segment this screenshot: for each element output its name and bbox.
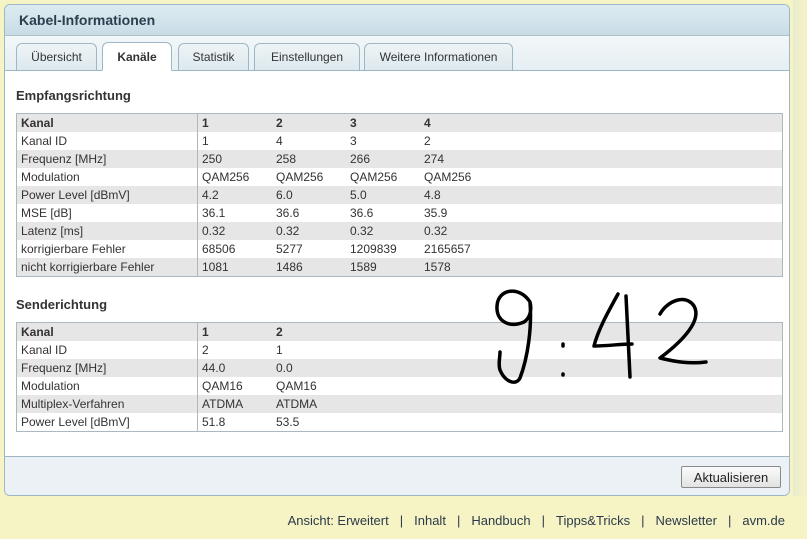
table-row: Modulation QAM256 QAM256 QAM256 QAM256 xyxy=(16,168,783,186)
table-cell: 2 xyxy=(197,341,272,359)
tab-bar: Übersicht Kanäle Statistik Einstellungen… xyxy=(5,36,789,71)
table-cell: 1081 xyxy=(197,258,272,277)
table-cell: Multiplex-Verfahren xyxy=(16,395,198,413)
table-cell: 2 xyxy=(420,132,783,150)
table-cell: 68506 xyxy=(197,240,272,258)
footer-link-manual[interactable]: Handbuch xyxy=(471,513,530,528)
table-row: Power Level [dBmV] 51.8 53.5 xyxy=(16,413,783,432)
footer-separator: | xyxy=(541,513,545,528)
table-cell: 0.32 xyxy=(420,222,783,240)
footer-links: Ansicht: Erweitert | Inhalt | Handbuch |… xyxy=(288,513,785,528)
table-cell: 3 xyxy=(346,132,420,150)
table-cell: 258 xyxy=(272,150,346,168)
table-row: Kanal ID 1 4 3 2 xyxy=(16,132,783,150)
table-row: MSE [dB] 36.1 36.6 36.6 35.9 xyxy=(16,204,783,222)
table-cell: 5277 xyxy=(272,240,346,258)
table-cell: Kanal xyxy=(16,113,198,132)
tab-statistics[interactable]: Statistik xyxy=(178,43,249,70)
table-cell: ATDMA xyxy=(272,395,783,413)
table-cell: 4 xyxy=(272,132,346,150)
table-cell: 1486 xyxy=(272,258,346,277)
table-cell: Kanal ID xyxy=(16,341,198,359)
table-cell: 5.0 xyxy=(346,186,420,204)
table-cell: 36.6 xyxy=(346,204,420,222)
table-cell: 1589 xyxy=(346,258,420,277)
table-cell: Power Level [dBmV] xyxy=(16,186,198,204)
table-cell: korrigierbare Fehler xyxy=(16,240,198,258)
table-cell: 53.5 xyxy=(272,413,783,432)
footer-separator: | xyxy=(727,513,732,528)
table-cell: 1209839 xyxy=(346,240,420,258)
footer-separator: | xyxy=(641,513,645,528)
table-cell: 36.6 xyxy=(272,204,346,222)
downstream-table: Kanal 1 2 3 4 Kanal ID 1 4 3 2 Frequenz … xyxy=(16,113,783,277)
table-cell: nicht korrigierbare Fehler xyxy=(16,258,198,277)
table-cell: MSE [dB] xyxy=(16,204,198,222)
table-cell: 2165657 xyxy=(420,240,783,258)
footer-link-tips[interactable]: Tipps&Tricks xyxy=(556,513,630,528)
table-cell: Kanal xyxy=(16,322,198,341)
table-cell: Power Level [dBmV] xyxy=(16,413,198,432)
footer-separator: | xyxy=(456,513,461,528)
table-cell: ATDMA xyxy=(197,395,272,413)
table-cell: 35.9 xyxy=(420,204,783,222)
table-cell: QAM16 xyxy=(197,377,272,395)
table-cell: 3 xyxy=(346,113,420,132)
table-cell: Frequenz [MHz] xyxy=(16,150,198,168)
table-row: nicht korrigierbare Fehler 1081 1486 158… xyxy=(16,258,783,277)
table-cell: 1 xyxy=(197,113,272,132)
table-cell: 4.8 xyxy=(420,186,783,204)
table-cell: Kanal ID xyxy=(16,132,198,150)
panel-footer: Aktualisieren xyxy=(5,456,789,495)
footer-link-avm[interactable]: avm.de xyxy=(742,513,785,528)
table-cell: 274 xyxy=(420,150,783,168)
table-cell: QAM256 xyxy=(272,168,346,186)
table-row: Multiplex-Verfahren ATDMA ATDMA xyxy=(16,395,783,413)
table-row: korrigierbare Fehler 68506 5277 1209839 … xyxy=(16,240,783,258)
table-cell: 2 xyxy=(272,113,346,132)
table-cell: 6.0 xyxy=(272,186,346,204)
page-background-band xyxy=(793,0,807,496)
footer-link-view[interactable]: Ansicht: Erweitert xyxy=(288,513,389,528)
table-cell: Frequenz [MHz] xyxy=(16,359,198,377)
table-cell: Modulation xyxy=(16,168,198,186)
footer-link-contents[interactable]: Inhalt xyxy=(414,513,446,528)
table-cell: Modulation xyxy=(16,377,198,395)
table-cell: QAM256 xyxy=(420,168,783,186)
table-cell: 4.2 xyxy=(197,186,272,204)
handwritten-annotation xyxy=(495,289,708,384)
footer-separator: | xyxy=(399,513,404,528)
table-cell: 1 xyxy=(197,132,272,150)
cable-info-panel: Kabel-Informationen Übersicht Kanäle Sta… xyxy=(4,4,790,496)
table-cell: 0.32 xyxy=(346,222,420,240)
table-row: Frequenz [MHz] 250 258 266 274 xyxy=(16,150,783,168)
tab-settings[interactable]: Einstellungen xyxy=(254,43,360,70)
table-cell: 0.32 xyxy=(197,222,272,240)
table-cell: 266 xyxy=(346,150,420,168)
upstream-title: Senderichtung xyxy=(16,297,108,312)
downstream-title: Empfangsrichtung xyxy=(16,88,131,103)
table-row: Power Level [dBmV] 4.2 6.0 5.0 4.8 xyxy=(16,186,783,204)
table-cell: QAM256 xyxy=(197,168,272,186)
table-row: Latenz [ms] 0.32 0.32 0.32 0.32 xyxy=(16,222,783,240)
tab-overview[interactable]: Übersicht xyxy=(16,43,97,70)
panel-title: Kabel-Informationen xyxy=(5,5,789,36)
table-cell: 1578 xyxy=(420,258,783,277)
tab-more-info[interactable]: Weitere Informationen xyxy=(364,43,513,70)
table-cell: 1 xyxy=(197,322,272,341)
table-header-row: Kanal 1 2 3 4 xyxy=(16,113,783,132)
table-cell: 4 xyxy=(420,113,783,132)
footer-link-newsletter[interactable]: Newsletter xyxy=(656,513,717,528)
table-cell: 250 xyxy=(197,150,272,168)
table-cell: 36.1 xyxy=(197,204,272,222)
refresh-button[interactable]: Aktualisieren xyxy=(681,466,781,488)
table-cell: 0.32 xyxy=(272,222,346,240)
tab-channels[interactable]: Kanäle xyxy=(102,42,172,71)
table-cell: 51.8 xyxy=(197,413,272,432)
table-cell: Latenz [ms] xyxy=(16,222,198,240)
table-cell: QAM256 xyxy=(346,168,420,186)
table-cell: 44.0 xyxy=(197,359,272,377)
